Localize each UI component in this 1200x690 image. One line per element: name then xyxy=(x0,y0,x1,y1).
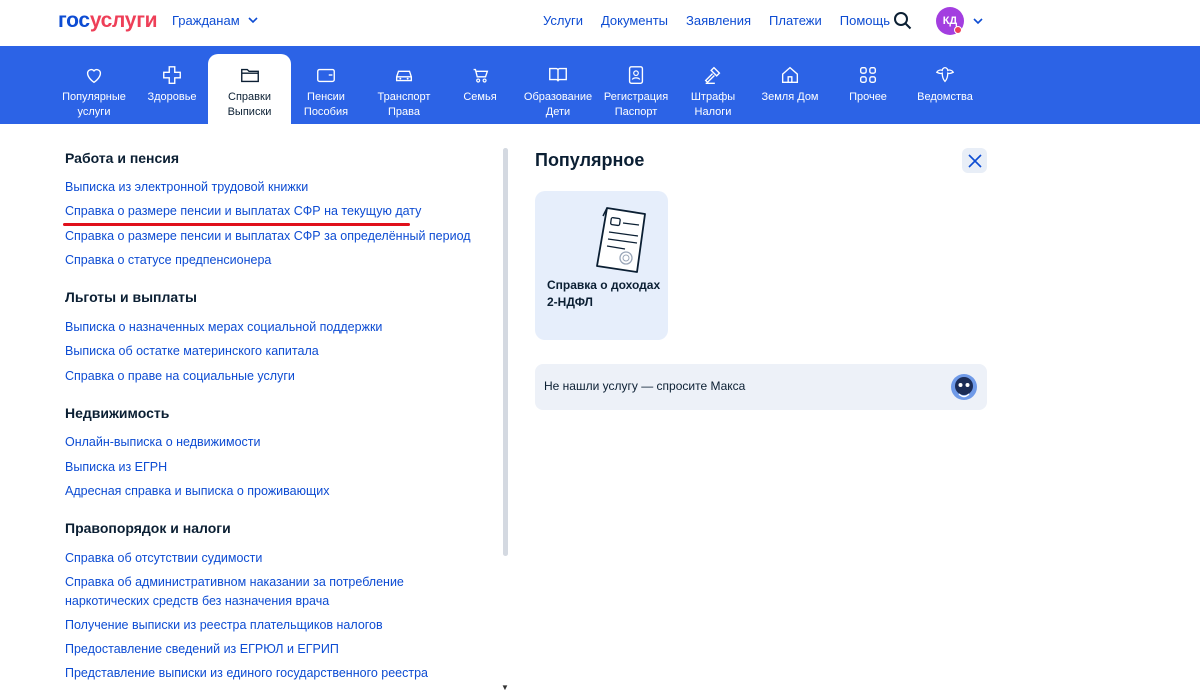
category-label: Земля Дом xyxy=(761,91,819,103)
link-egrn[interactable]: Выписка из ЕГРН xyxy=(65,458,485,477)
category-label: Налоги xyxy=(694,106,732,118)
scrollbar-thumb[interactable] xyxy=(503,148,508,556)
wallet-icon xyxy=(317,68,335,83)
link-work-book-extract[interactable]: Выписка из электронной трудовой книжки xyxy=(65,178,485,197)
search-icon[interactable] xyxy=(893,11,913,31)
grid-icon xyxy=(859,66,877,84)
category-label: Прочее xyxy=(849,91,887,103)
folder-icon xyxy=(240,68,259,83)
nav-services[interactable]: Услуги xyxy=(543,13,583,28)
gavel-icon xyxy=(704,66,721,84)
red-highlight-underline xyxy=(63,223,410,226)
logo-part-2: услуги xyxy=(89,9,158,32)
ask-max-assistant[interactable]: Не нашли услугу — спросите Макса xyxy=(535,364,987,410)
category-label: Дети xyxy=(545,106,571,118)
category-health[interactable]: Здоровье xyxy=(140,54,204,124)
category-popular[interactable]: Популярные услуги xyxy=(54,54,134,124)
link-egrul-egrip[interactable]: Предоставление сведений из ЕГРЮЛ и ЕГРИП xyxy=(65,640,485,659)
link-address-certificate[interactable]: Адресная справка и выписка о проживающих xyxy=(65,482,485,501)
nav-applications[interactable]: Заявления xyxy=(686,13,751,28)
category-label: Права xyxy=(388,106,420,118)
emblem-icon xyxy=(935,67,955,83)
popular-card-income-certificate[interactable]: Справка о доходах 2-НДФЛ xyxy=(535,191,668,340)
category-label: Справки xyxy=(228,91,271,103)
link-maternity-capital[interactable]: Выписка об остатке материнского капитала xyxy=(65,342,485,361)
section-heading-real-estate: Недвижимость xyxy=(65,405,170,421)
section-heading-work-pension: Работа и пенсия xyxy=(65,150,180,166)
link-pension-period[interactable]: Справка о размере пенсии и выплатах СФР … xyxy=(65,227,485,246)
link-tax-payers-registry[interactable]: Получение выписки из реестра плательщико… xyxy=(65,616,485,635)
category-agencies[interactable]: Ведомства xyxy=(910,54,980,124)
top-nav: Услуги Документы Заявления Платежи Помощ… xyxy=(543,13,890,28)
category-registration[interactable]: Регистрация Паспорт xyxy=(600,54,672,124)
category-certificates-active[interactable]: Справки Выписки xyxy=(208,54,291,124)
nav-help[interactable]: Помощь xyxy=(840,13,890,28)
category-fines[interactable]: Штрафы Налоги xyxy=(684,54,742,124)
link-no-criminal-record[interactable]: Справка об отсутствии судимости xyxy=(65,549,485,568)
section-heading-law-taxes: Правопорядок и налоги xyxy=(65,520,231,536)
ask-max-text: Не нашли услугу — спросите Макса xyxy=(544,379,746,393)
popular-title: Популярное xyxy=(535,150,645,170)
card-label: Справка о доходах 2-НДФЛ xyxy=(547,278,661,309)
link-social-support[interactable]: Выписка о назначенных мерах социальной п… xyxy=(65,318,485,337)
category-label: Ведомства xyxy=(917,91,973,103)
notification-dot xyxy=(954,26,962,34)
category-label: услуги xyxy=(77,106,111,118)
category-label: Транспорт xyxy=(377,91,431,103)
category-other[interactable]: Прочее xyxy=(840,54,896,124)
close-icon xyxy=(967,153,982,168)
category-label: Паспорт xyxy=(614,106,658,118)
nav-documents[interactable]: Документы xyxy=(601,13,668,28)
car-icon xyxy=(395,70,413,82)
category-land-house[interactable]: Земля Дом xyxy=(756,54,824,124)
scroll-down-arrow-icon[interactable]: ▼ xyxy=(501,683,509,690)
category-label: Выписки xyxy=(227,106,272,118)
category-label: Регистрация xyxy=(603,91,669,103)
category-family[interactable]: Семья xyxy=(452,54,508,124)
audience-selector[interactable]: Гражданам xyxy=(172,13,258,28)
gosuslugi-logo[interactable]: госуслуги xyxy=(58,9,158,33)
category-label: Здоровье xyxy=(147,91,197,103)
link-unified-registry[interactable]: Представление выписки из единого государ… xyxy=(65,664,485,683)
category-label: Семья xyxy=(463,91,497,103)
close-button[interactable] xyxy=(962,148,987,173)
category-label: Популярные xyxy=(62,91,126,103)
id-card-icon xyxy=(628,66,644,84)
document-icon xyxy=(596,207,646,273)
house-icon xyxy=(781,66,799,84)
category-label: Пособия xyxy=(303,106,349,118)
logo-part-1: гос xyxy=(58,9,90,32)
category-pensions[interactable]: Пенсии Пособия xyxy=(296,54,356,124)
audience-label: Гражданам xyxy=(172,13,240,28)
nav-payments[interactable]: Платежи xyxy=(769,13,822,28)
category-transport[interactable]: Транспорт Права xyxy=(368,54,440,124)
book-icon xyxy=(549,67,567,82)
link-administrative-penalty[interactable]: Справка об административном наказании за… xyxy=(65,573,415,611)
link-social-services-right[interactable]: Справка о праве на социальные услуги xyxy=(65,367,485,386)
link-online-real-estate[interactable]: Онлайн-выписка о недвижимости xyxy=(65,433,485,452)
link-pension-current-date[interactable]: Справка о размере пенсии и выплатах СФР … xyxy=(65,202,485,221)
avatar-initials: КД xyxy=(942,15,958,27)
top-header: госуслуги Гражданам Услуги Документы Зая… xyxy=(0,0,1200,46)
category-label: Образование xyxy=(523,91,593,103)
profile-chevron-down-icon[interactable] xyxy=(972,15,984,27)
category-education[interactable]: Образование Дети xyxy=(520,54,596,124)
category-nav: Популярные услуги Здоровье Справки Выпис… xyxy=(0,46,1200,124)
section-heading-benefits: Льготы и выплаты xyxy=(65,289,197,305)
category-label: Пенсии xyxy=(307,91,345,103)
chevron-down-icon xyxy=(248,17,258,24)
health-cross-icon xyxy=(163,66,181,84)
heart-icon xyxy=(86,68,102,84)
robot-assistant-icon xyxy=(951,374,977,400)
category-label: Штрафы xyxy=(690,91,736,103)
stroller-icon xyxy=(473,68,489,83)
link-pre-pensioner-status[interactable]: Справка о статусе предпенсионера xyxy=(65,251,485,270)
